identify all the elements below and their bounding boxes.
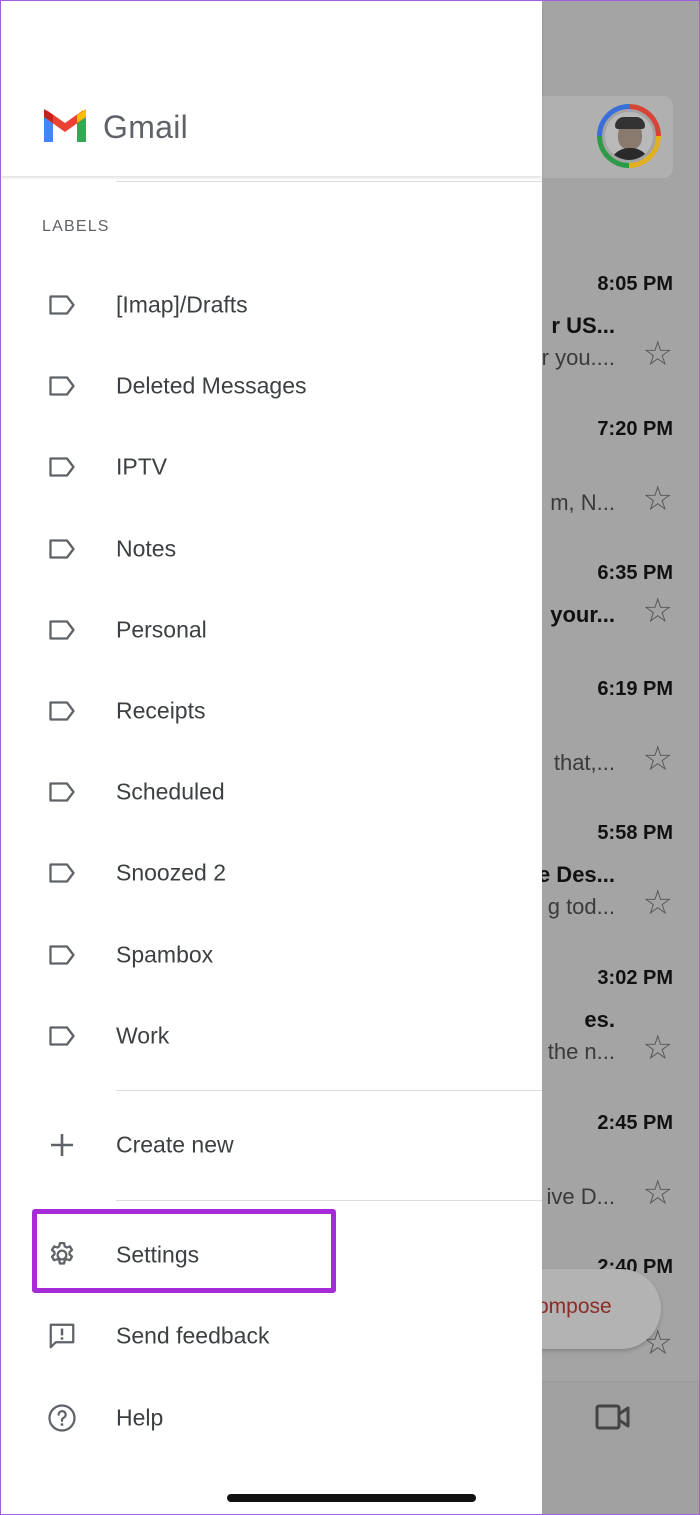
email-subject: r US... bbox=[551, 313, 615, 338]
email-row[interactable]: 8:05 PM r US... r you.... ☆ bbox=[521, 273, 681, 413]
label-icon bbox=[47, 290, 77, 320]
create-new-label-button[interactable]: Create new bbox=[1, 1110, 542, 1180]
email-time: 6:19 PM bbox=[597, 678, 673, 700]
email-row[interactable]: 3:02 PM es. the n... ☆ bbox=[521, 967, 681, 1107]
star-icon[interactable]: ☆ bbox=[643, 886, 673, 920]
label-name: [Imap]/Drafts bbox=[116, 291, 248, 318]
star-icon[interactable]: ☆ bbox=[643, 1176, 673, 1210]
label-name: Deleted Messages bbox=[116, 372, 307, 399]
labels-heading: LABELS bbox=[42, 218, 110, 235]
send-feedback-item[interactable]: Send feedback bbox=[1, 1301, 542, 1371]
email-preview: r you.... bbox=[541, 345, 615, 370]
email-time: 8:05 PM bbox=[597, 273, 673, 295]
label-icon bbox=[47, 371, 77, 401]
email-preview: m, N... bbox=[550, 490, 615, 515]
label-icon bbox=[47, 940, 77, 970]
label-name: Receipts bbox=[116, 697, 206, 724]
email-preview: ive D... bbox=[546, 1184, 615, 1209]
label-icon bbox=[47, 1021, 77, 1051]
compose-label: ompose bbox=[537, 1295, 612, 1318]
email-subject: your... bbox=[550, 602, 615, 627]
help-icon bbox=[47, 1403, 77, 1433]
help-item[interactable]: Help bbox=[1, 1383, 542, 1453]
email-row[interactable]: 7:20 PM m, N... ☆ bbox=[521, 418, 681, 558]
divider bbox=[116, 1090, 542, 1091]
label-item[interactable]: Personal bbox=[1, 595, 542, 665]
divider bbox=[116, 181, 542, 182]
label-name: Work bbox=[116, 1022, 170, 1049]
star-icon[interactable]: ☆ bbox=[643, 337, 673, 371]
label-icon bbox=[47, 534, 77, 564]
plus-icon bbox=[47, 1130, 77, 1160]
label-name: Spambox bbox=[116, 941, 214, 968]
label-name: Snoozed 2 bbox=[116, 859, 226, 886]
email-time: 2:45 PM bbox=[597, 1112, 673, 1134]
email-row[interactable]: 6:19 PM that,... ☆ bbox=[521, 678, 681, 818]
label-icon bbox=[47, 858, 77, 888]
email-row[interactable]: 5:58 PM e Des... g tod... ☆ bbox=[521, 822, 681, 962]
label-icon bbox=[47, 696, 77, 726]
email-row[interactable]: 2:45 PM ive D... ☆ bbox=[521, 1112, 681, 1252]
email-time: 5:58 PM bbox=[597, 822, 673, 844]
email-time: 3:02 PM bbox=[597, 967, 673, 989]
feedback-icon bbox=[47, 1321, 77, 1351]
gmail-logo-icon bbox=[41, 109, 89, 150]
label-item[interactable]: Scheduled bbox=[1, 757, 542, 827]
highlight-box bbox=[32, 1209, 336, 1293]
email-preview: g tod... bbox=[547, 894, 615, 919]
send-feedback-label: Send feedback bbox=[116, 1322, 270, 1349]
bottom-nav bbox=[541, 1381, 699, 1514]
label-item[interactable]: Deleted Messages bbox=[1, 351, 542, 421]
divider bbox=[116, 1200, 542, 1201]
app-title: Gmail bbox=[103, 109, 189, 145]
video-camera-icon[interactable] bbox=[595, 1403, 631, 1436]
label-item[interactable]: IPTV bbox=[1, 432, 542, 502]
label-item[interactable]: [Imap]/Drafts bbox=[1, 270, 542, 340]
label-icon bbox=[47, 452, 77, 482]
email-preview: that,... bbox=[553, 750, 615, 775]
label-name: Scheduled bbox=[116, 778, 225, 805]
home-indicator bbox=[227, 1494, 476, 1502]
label-name: IPTV bbox=[116, 453, 168, 480]
star-icon[interactable]: ☆ bbox=[643, 594, 673, 628]
email-subject: es. bbox=[584, 1007, 615, 1032]
label-item[interactable]: Work bbox=[1, 1001, 542, 1071]
help-label: Help bbox=[116, 1404, 164, 1431]
drawer-header: Gmail bbox=[1, 1, 542, 176]
email-preview: the n... bbox=[547, 1039, 615, 1064]
label-item[interactable]: Spambox bbox=[1, 920, 542, 990]
label-item[interactable]: Snoozed 2 bbox=[1, 838, 542, 908]
label-icon bbox=[47, 777, 77, 807]
create-new-label: Create new bbox=[116, 1131, 234, 1158]
label-item[interactable]: Receipts bbox=[1, 676, 542, 746]
account-avatar[interactable] bbox=[597, 104, 661, 168]
label-icon bbox=[47, 615, 77, 645]
navigation-drawer: Gmail LABELS [Imap]/Drafts Deleted Messag… bbox=[1, 1, 542, 1514]
star-icon[interactable]: ☆ bbox=[643, 482, 673, 516]
star-icon[interactable]: ☆ bbox=[643, 742, 673, 776]
label-name: Personal bbox=[116, 616, 207, 643]
star-icon[interactable]: ☆ bbox=[643, 1031, 673, 1065]
label-name: Notes bbox=[116, 535, 177, 562]
label-item[interactable]: Notes bbox=[1, 514, 542, 584]
email-subject: e Des... bbox=[537, 862, 615, 887]
screen: 8:05 PM r US... r you.... ☆ 7:20 PM m, N… bbox=[0, 0, 700, 1515]
email-time: 7:20 PM bbox=[597, 418, 673, 440]
email-time: 6:35 PM bbox=[597, 562, 673, 584]
